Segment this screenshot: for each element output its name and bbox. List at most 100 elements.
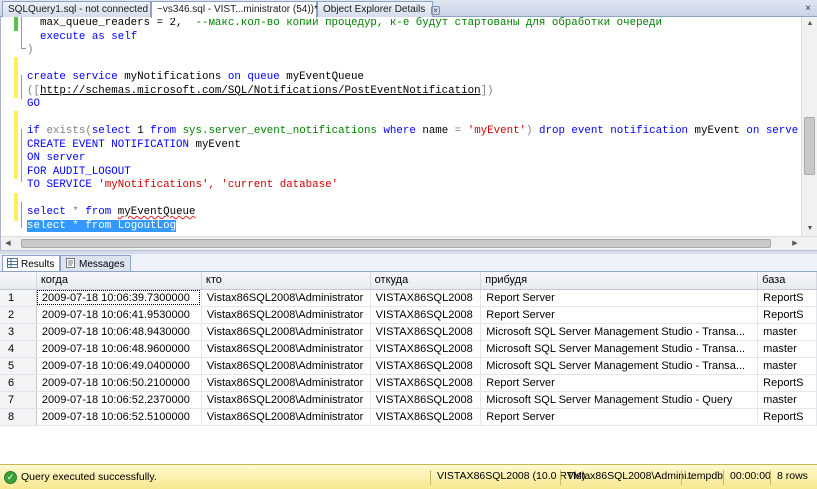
table-cell[interactable]: 2009-07-18 10:06:49.0400000 bbox=[36, 357, 202, 375]
table-cell[interactable]: 2009-07-18 10:06:48.9600000 bbox=[36, 340, 202, 358]
column-header[interactable]: база bbox=[757, 272, 817, 290]
success-check-icon: ✓ bbox=[4, 471, 17, 484]
table-cell[interactable]: master bbox=[757, 323, 817, 341]
table-cell[interactable]: Vistax86SQL2008\Administrator bbox=[201, 391, 371, 409]
tab-results[interactable]: Results bbox=[2, 255, 61, 271]
table-row[interactable]: 3 2009-07-18 10:06:48.9430000 Vistax86SQL2… bbox=[0, 323, 817, 341]
results-tab-strip: Results Messages bbox=[0, 254, 817, 271]
scroll-up-icon[interactable]: ▲ bbox=[802, 17, 817, 31]
code-line: create service myNotifications on queue … bbox=[27, 71, 364, 83]
table-cell[interactable]: 2009-07-18 10:06:52.5100000 bbox=[36, 408, 202, 426]
table-cell[interactable]: Vistax86SQL2008\Administrator bbox=[201, 340, 371, 358]
table-cell[interactable]: 2009-07-18 10:06:48.9430000 bbox=[36, 323, 202, 341]
row-number[interactable]: 1 bbox=[0, 289, 37, 307]
column-header-rownum[interactable] bbox=[0, 272, 37, 290]
column-header[interactable]: кто bbox=[201, 272, 371, 290]
table-cell[interactable]: VISTAX86SQL2008 bbox=[370, 323, 482, 341]
editor-vertical-scrollbar[interactable]: ▲ ▼ bbox=[801, 17, 817, 236]
table-cell[interactable]: VISTAX86SQL2008 bbox=[370, 289, 482, 307]
row-number[interactable]: 2 bbox=[0, 306, 37, 324]
status-user: Vistax86SQL2008\Admini... bbox=[560, 470, 695, 485]
table-cell[interactable]: VISTAX86SQL2008 bbox=[370, 340, 482, 358]
tab-messages[interactable]: Messages bbox=[60, 255, 131, 271]
table-cell[interactable]: master bbox=[757, 340, 817, 358]
close-icon[interactable]: × bbox=[805, 3, 811, 14]
table-cell[interactable]: Microsoft SQL Server Management Studio -… bbox=[480, 391, 759, 409]
scroll-left-icon[interactable]: ◀ bbox=[1, 237, 15, 250]
scroll-right-icon[interactable]: ▶ bbox=[788, 237, 802, 250]
code-text-area[interactable]: max_queue_readers = 2, --макс.кол-во коп… bbox=[18, 17, 798, 236]
tab-label: Messages bbox=[79, 259, 125, 270]
table-row[interactable]: 7 2009-07-18 10:06:52.2370000 Vistax86SQL2… bbox=[0, 391, 817, 409]
table-cell[interactable]: 2009-07-18 10:06:39.7300000 bbox=[36, 289, 202, 307]
table-cell[interactable]: 2009-07-18 10:06:52.2370000 bbox=[36, 391, 202, 409]
table-cell[interactable]: ReportS bbox=[757, 306, 817, 324]
table-row[interactable]: 6 2009-07-18 10:06:50.2100000 Vistax86SQL2… bbox=[0, 374, 817, 392]
status-elapsed-time: 00:00:00 bbox=[723, 470, 771, 485]
table-cell[interactable]: Vistax86SQL2008\Administrator bbox=[201, 289, 371, 307]
table-cell[interactable]: Report Server bbox=[480, 289, 759, 307]
column-header[interactable]: откуда bbox=[370, 272, 482, 290]
grid-icon bbox=[7, 258, 18, 268]
table-cell[interactable]: Vistax86SQL2008\Administrator bbox=[201, 323, 371, 341]
table-cell[interactable]: VISTAX86SQL2008 bbox=[370, 374, 482, 392]
table-row[interactable]: 1 2009-07-18 10:06:39.7300000 Vistax86SQL2… bbox=[0, 289, 817, 307]
code-line: select * from myEventQueue bbox=[27, 206, 196, 218]
tab-label: ~vs346.sql - VIST...ministrator (54))* bbox=[157, 4, 318, 15]
table-cell[interactable]: master bbox=[757, 391, 817, 409]
scroll-thumb[interactable] bbox=[804, 117, 815, 175]
table-cell[interactable]: VISTAX86SQL2008 bbox=[370, 408, 482, 426]
row-number[interactable]: 3 bbox=[0, 323, 37, 341]
table-cell[interactable]: Microsoft SQL Server Management Studio -… bbox=[480, 340, 759, 358]
table-cell[interactable]: Report Server bbox=[480, 306, 759, 324]
table-cell[interactable]: Vistax86SQL2008\Administrator bbox=[201, 357, 371, 375]
table-cell[interactable]: Report Server bbox=[480, 374, 759, 392]
row-number[interactable]: 5 bbox=[0, 357, 37, 375]
header-row: когда кто откуда прибудя база bbox=[0, 272, 817, 290]
table-row[interactable]: 8 2009-07-18 10:06:52.5100000 Vistax86SQL2… bbox=[0, 408, 817, 426]
table-cell[interactable]: Microsoft SQL Server Management Studio -… bbox=[480, 357, 759, 375]
table-cell[interactable]: VISTAX86SQL2008 bbox=[370, 306, 482, 324]
code-line: TO SERVICE 'myNotifications', 'current d… bbox=[27, 179, 339, 191]
row-number[interactable]: 4 bbox=[0, 340, 37, 358]
table-cell[interactable]: ReportS bbox=[757, 289, 817, 307]
column-header[interactable]: прибудя bbox=[480, 272, 759, 290]
table-cell[interactable]: Vistax86SQL2008\Administrator bbox=[201, 374, 371, 392]
tab-sqlquery1[interactable]: SQLQuery1.sql - not connected bbox=[2, 1, 151, 17]
code-line: GO bbox=[27, 98, 40, 110]
table-row[interactable]: 5 2009-07-18 10:06:49.0400000 Vistax86SQL2… bbox=[0, 357, 817, 375]
status-row-count: 8 rows bbox=[770, 470, 808, 485]
row-number[interactable]: 7 bbox=[0, 391, 37, 409]
code-editor[interactable]: max_queue_readers = 2, --макс.кол-во коп… bbox=[0, 17, 817, 250]
table-cell[interactable]: ReportS bbox=[757, 408, 817, 426]
table-cell[interactable]: Vistax86SQL2008\Administrator bbox=[201, 306, 371, 324]
table-cell[interactable]: ReportS bbox=[757, 374, 817, 392]
row-number[interactable]: 8 bbox=[0, 408, 37, 426]
table-cell[interactable]: Vistax86SQL2008\Administrator bbox=[201, 408, 371, 426]
tab-vs346-active[interactable]: ~vs346.sql - VIST...ministrator (54))* bbox=[151, 1, 318, 18]
editor-horizontal-scrollbar[interactable]: ◀ ▶ bbox=[1, 236, 817, 250]
table-cell[interactable]: 2009-07-18 10:06:41.9530000 bbox=[36, 306, 202, 324]
table-cell[interactable]: Microsoft SQL Server Management Studio -… bbox=[480, 323, 759, 341]
scroll-thumb[interactable] bbox=[21, 239, 771, 248]
code-line: max_queue_readers = 2, --макс.кол-во коп… bbox=[39, 17, 662, 29]
table-cell[interactable]: master bbox=[757, 357, 817, 375]
tab-label: Results bbox=[21, 259, 55, 270]
table-cell[interactable]: VISTAX86SQL2008 bbox=[370, 357, 482, 375]
code-line-selected[interactable]: select * from LogoutLog bbox=[27, 219, 177, 234]
table-row[interactable]: 2 2009-07-18 10:06:41.9530000 Vistax86SQL2… bbox=[0, 306, 817, 324]
row-number[interactable]: 6 bbox=[0, 374, 37, 392]
close-icon[interactable]: × bbox=[431, 6, 441, 15]
table-cell[interactable]: 2009-07-18 10:06:50.2100000 bbox=[36, 374, 202, 392]
results-grid[interactable]: когда кто откуда прибудя база 1 2009-07-1… bbox=[0, 271, 817, 464]
column-header[interactable]: когда bbox=[36, 272, 202, 290]
status-message: Query executed successfully. bbox=[21, 471, 157, 483]
table-cell[interactable]: VISTAX86SQL2008 bbox=[370, 391, 482, 409]
table-row[interactable]: 4 2009-07-18 10:06:48.9600000 Vistax86SQL2… bbox=[0, 340, 817, 358]
scroll-down-icon[interactable]: ▼ bbox=[802, 222, 817, 236]
code-line: ON server bbox=[27, 152, 86, 164]
status-database: tempdb bbox=[681, 470, 723, 485]
tab-object-explorer-details[interactable]: Object Explorer Details × bbox=[317, 1, 441, 17]
code-line: execute as self bbox=[39, 30, 138, 43]
table-cell[interactable]: Report Server bbox=[480, 408, 759, 426]
